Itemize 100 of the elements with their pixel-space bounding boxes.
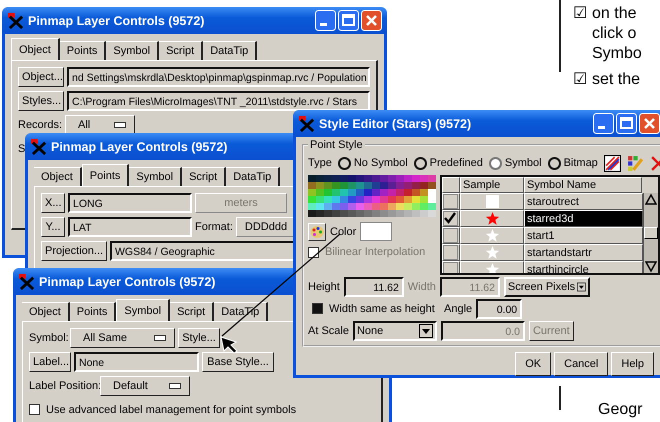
tab[interactable]: Symbol — [129, 167, 182, 186]
browse-button[interactable]: Y... — [41, 216, 65, 236]
minimize-button[interactable] — [593, 113, 614, 134]
browse-button[interactable]: Styles... — [18, 90, 64, 110]
palette-icon — [310, 224, 324, 238]
units-dropdown[interactable]: Screen Pixels — [504, 276, 590, 296]
dropdown-indicator-icon — [114, 122, 126, 128]
checkbox-label: Width same as height — [329, 302, 435, 314]
window-title: Style Editor (Stars) (9572) — [319, 116, 472, 132]
symbol-name-cell[interactable]: startandstartr — [524, 244, 643, 261]
field-label: Color — [330, 224, 356, 238]
pencil-icon[interactable] — [626, 154, 644, 172]
tab[interactable]: Symbol — [106, 41, 160, 60]
tab[interactable]: Script — [159, 41, 204, 60]
text-field[interactable]: C:\Program Files\MicroImages\TNT _2011\stdstyle.rvc / Stars — [67, 90, 370, 110]
field-label: At Scale — [308, 324, 349, 338]
tab[interactable]: Object — [22, 302, 70, 321]
radio-button[interactable]: No Symbol — [338, 156, 408, 170]
row-checkbox[interactable] — [443, 228, 458, 243]
palette-button[interactable] — [308, 222, 326, 240]
color-swatch[interactable] — [360, 222, 392, 241]
scale-dropdown[interactable]: None — [352, 320, 437, 340]
color-palette[interactable] — [308, 175, 436, 217]
checkbox-label: Use advanced label management for point symbols — [46, 404, 296, 416]
body-text-line: Symbo — [592, 44, 642, 64]
browse-button[interactable]: X... — [41, 192, 65, 212]
body-text-line: set the — [592, 70, 640, 90]
checkbox-mark: ☑ — [573, 70, 587, 90]
body-text-line: on the — [592, 4, 638, 24]
minimize-button[interactable] — [315, 10, 336, 31]
radio-button[interactable]: Symbol — [488, 156, 542, 170]
app-logo-icon — [30, 138, 47, 155]
checkbox[interactable] — [29, 404, 40, 415]
column-header[interactable]: Sample — [460, 177, 524, 193]
dropdown[interactable]: All Same — [70, 328, 175, 348]
text-field[interactable]: LONG — [68, 192, 192, 212]
field-label: Width — [408, 280, 436, 294]
text-field[interactable]: None — [74, 352, 199, 372]
field-label: Records: — [18, 118, 62, 132]
striped-swatch-icon[interactable] — [604, 154, 621, 172]
tab[interactable]: Script — [182, 167, 226, 186]
close-button[interactable] — [361, 10, 382, 31]
checkbox-mark: ☑ — [573, 4, 587, 24]
body-text-line: Geogr — [598, 401, 642, 419]
scrollbar-thumb[interactable] — [644, 227, 658, 239]
tab[interactable]: Points — [82, 164, 130, 186]
text-field[interactable]: LAT — [68, 216, 192, 236]
browse-button[interactable]: Projection... — [41, 240, 107, 260]
dropdown[interactable]: Default — [100, 376, 190, 396]
window-title: Pinmap Layer Controls (9572) — [51, 138, 228, 154]
dialog-button[interactable]: Help — [611, 352, 654, 376]
body-text-line: click o — [592, 24, 638, 44]
tab[interactable]: DataTip — [203, 41, 258, 60]
symbol-name-cell[interactable]: staroutrect — [524, 193, 643, 210]
angle-field[interactable]: 0.00 — [476, 298, 522, 318]
maximize-button[interactable] — [616, 113, 637, 134]
symbol-name-cell[interactable]: starred3d — [524, 210, 643, 227]
tab[interactable]: Script — [170, 302, 214, 321]
app-logo-icon — [7, 12, 24, 29]
units-field: meters — [195, 192, 287, 212]
field-label: Symbol: — [29, 330, 67, 344]
tab[interactable]: Object — [11, 38, 60, 60]
dialog-button[interactable]: OK — [515, 352, 552, 376]
tab[interactable]: Symbol — [116, 299, 170, 321]
row-checkbox[interactable] — [443, 211, 458, 226]
text-field[interactable]: nd Settings\mskrdla\Desktop\pinmap\gspinmap.rvc / Population — [67, 66, 370, 86]
field-label: Height — [308, 280, 340, 294]
cursor-icon — [220, 336, 238, 354]
close-button[interactable] — [639, 113, 660, 134]
window-title: Pinmap Layer Controls (9572) — [39, 274, 216, 290]
app-logo-icon — [298, 115, 315, 132]
checkbox[interactable] — [312, 303, 323, 314]
symbol-name-cell[interactable]: starthincircle — [524, 261, 643, 273]
browse-button[interactable]: Base Style... — [202, 352, 274, 372]
tab[interactable]: Points — [70, 302, 116, 321]
symbol-name-cell[interactable]: start1 — [524, 227, 643, 244]
scrollbar[interactable] — [643, 193, 658, 273]
browse-button[interactable]: Object... — [18, 66, 64, 86]
row-checkbox[interactable] — [443, 194, 458, 209]
dropdown-indicator-icon — [154, 334, 166, 340]
browse-button[interactable]: Label... — [29, 352, 71, 372]
field-label: S — [18, 142, 26, 156]
tab[interactable]: DataTip — [226, 167, 280, 186]
radio-button[interactable]: Bitmap — [548, 156, 598, 170]
tab[interactable]: Points — [60, 41, 106, 60]
app-logo-icon — [18, 273, 35, 290]
window-title: Pinmap Layer Controls (9572) — [28, 12, 204, 28]
field-label: Angle — [444, 302, 472, 316]
dropdown-indicator-icon — [169, 382, 181, 388]
row-checkbox[interactable] — [443, 245, 458, 260]
field-label: Type — [308, 156, 332, 170]
radio-button[interactable]: Predefined — [414, 156, 483, 170]
column-header[interactable]: Symbol Name — [524, 177, 642, 193]
tab[interactable]: Object — [34, 167, 82, 186]
height-field[interactable]: 11.62 — [344, 276, 404, 296]
scroll-up-icon[interactable] — [645, 193, 657, 205]
dialog-button[interactable]: Cancel — [554, 352, 608, 376]
scroll-down-icon[interactable] — [645, 261, 657, 273]
browse-button[interactable]: Style... — [178, 328, 220, 348]
maximize-button[interactable] — [338, 10, 359, 31]
